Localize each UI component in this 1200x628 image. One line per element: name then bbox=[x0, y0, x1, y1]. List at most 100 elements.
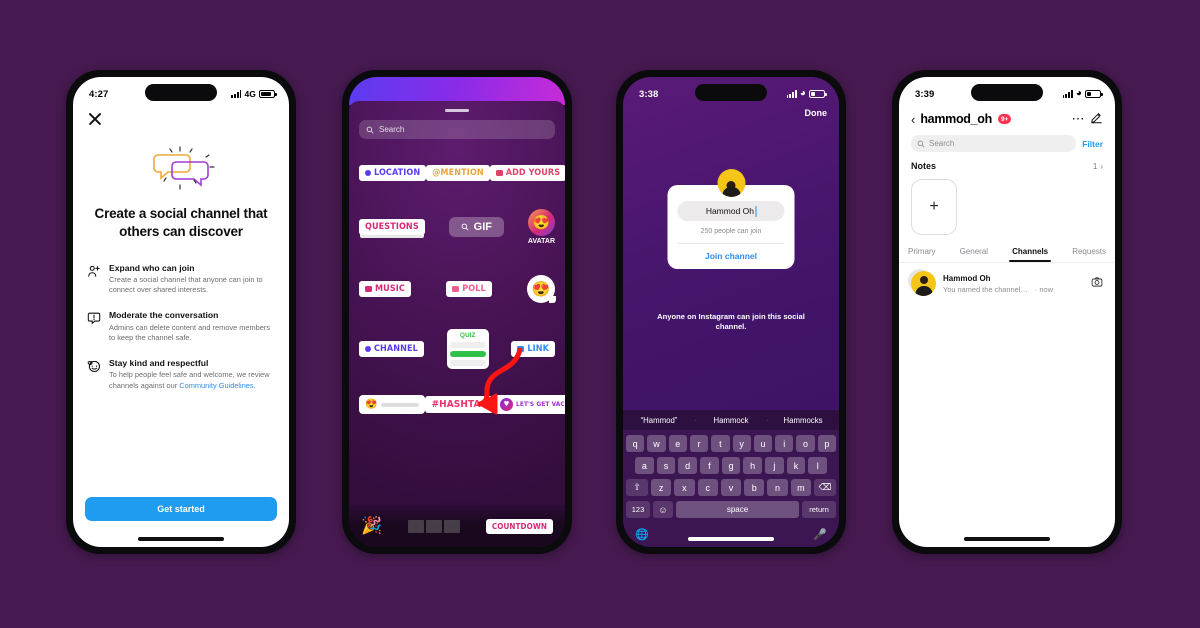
key-w[interactable]: w bbox=[647, 435, 666, 452]
sticker-row-3: MUSIC POLL 😍 bbox=[349, 275, 565, 303]
sticker-link[interactable]: LINK bbox=[511, 341, 555, 357]
quiz-option-bar bbox=[449, 360, 486, 366]
channel-icon bbox=[365, 346, 371, 352]
sticker-label: AVATAR bbox=[527, 238, 555, 245]
key-i[interactable]: i bbox=[775, 435, 794, 452]
sticker-gif[interactable]: GIF bbox=[448, 217, 504, 237]
key-j[interactable]: j bbox=[765, 457, 784, 474]
page-title: Create a social channel that others can … bbox=[94, 206, 268, 239]
confetti-icon[interactable]: 🎉 bbox=[361, 516, 382, 536]
capacity-text: 250 people can join bbox=[700, 228, 762, 235]
emoji-key[interactable]: ☺ bbox=[653, 501, 673, 518]
key-h[interactable]: h bbox=[743, 457, 763, 474]
more-dots-icon[interactable]: ⋯ bbox=[1072, 111, 1086, 127]
heart-shield-icon: ♥ bbox=[500, 398, 514, 411]
quiz-option-bar bbox=[449, 342, 486, 348]
return-key[interactable]: return bbox=[802, 501, 836, 518]
sticker-music[interactable]: MUSIC bbox=[359, 281, 411, 297]
tab-primary[interactable]: Primary bbox=[908, 247, 936, 262]
key-s[interactable]: s bbox=[656, 457, 676, 474]
key-m[interactable]: m bbox=[790, 479, 811, 496]
globe-icon[interactable]: 🌐 bbox=[635, 528, 649, 541]
chevron-left-icon[interactable]: ‹ bbox=[911, 113, 915, 126]
join-channel-button[interactable]: Join channel bbox=[677, 243, 785, 269]
tab-general[interactable]: General bbox=[960, 247, 988, 262]
sheet-drag-handle[interactable] bbox=[445, 109, 469, 112]
phone4-notch bbox=[971, 84, 1043, 101]
sticker-vaccinated[interactable]: ♥LET'S GET VACCINATED bbox=[494, 395, 565, 414]
sticker-emoji-reaction[interactable]: 😍 bbox=[527, 275, 556, 303]
shift-key[interactable]: ⇧ bbox=[626, 479, 648, 496]
tab-requests[interactable]: Requests bbox=[1072, 247, 1106, 262]
sticker-countdown[interactable]: COUNTDOWN bbox=[485, 518, 553, 534]
channel-name-input[interactable]: Hammod Oh bbox=[677, 201, 785, 221]
key-g[interactable]: g bbox=[721, 457, 741, 474]
sticker-sheet: Search LOCATION @MENTION ADD YOURS QUEST… bbox=[349, 101, 565, 547]
key-t[interactable]: t bbox=[711, 435, 730, 452]
tab-channels[interactable]: Channels bbox=[1009, 247, 1052, 262]
sticker-questions[interactable]: QUESTIONS bbox=[359, 219, 425, 235]
suggestion-item[interactable]: Hammocks bbox=[767, 416, 839, 425]
camera-icon[interactable] bbox=[1091, 276, 1103, 291]
key-c[interactable]: c bbox=[697, 479, 718, 496]
key-b[interactable]: b bbox=[744, 479, 765, 496]
slider-track[interactable] bbox=[381, 402, 420, 407]
space-key[interactable]: space bbox=[676, 501, 799, 518]
key-y[interactable]: y bbox=[732, 435, 751, 452]
keyboard: “Hammod” Hammock Hammocks qwertyuiop asd… bbox=[623, 410, 839, 547]
key-p[interactable]: p bbox=[817, 435, 836, 452]
phone-onboarding: 4:27 4G Create a social channel that oth… bbox=[66, 70, 296, 554]
key-r[interactable]: r bbox=[689, 435, 709, 452]
sticker-hashtag[interactable]: #HASHTAG bbox=[425, 396, 495, 413]
key-e[interactable]: e bbox=[668, 435, 687, 452]
people-add-icon bbox=[87, 264, 101, 283]
add-note-button[interactable]: + bbox=[911, 179, 957, 235]
close-icon[interactable] bbox=[87, 111, 103, 127]
key-q[interactable]: q bbox=[626, 435, 645, 452]
key-a[interactable]: a bbox=[634, 457, 654, 474]
key-u[interactable]: u bbox=[753, 435, 773, 452]
sticker-quiz[interactable]: QUIZ bbox=[446, 329, 489, 369]
poll-icon bbox=[452, 286, 460, 292]
sticker-mention[interactable]: @MENTION bbox=[426, 165, 490, 181]
key-o[interactable]: o bbox=[796, 435, 815, 452]
notes-count-row[interactable]: 1 › bbox=[1093, 162, 1103, 171]
sticker-label: @MENTION bbox=[432, 168, 484, 178]
sticker-add-yours[interactable]: ADD YOURS bbox=[489, 165, 565, 181]
keyboard-row-4: 123 ☺ space return bbox=[626, 501, 836, 518]
sticker-row-6: 🎉 COUNTDOWN bbox=[349, 505, 565, 547]
key-x[interactable]: x bbox=[674, 479, 695, 496]
status-time: 4:27 bbox=[89, 88, 109, 100]
key-v[interactable]: v bbox=[720, 479, 742, 496]
key-n[interactable]: n bbox=[767, 479, 788, 496]
search-input[interactable]: Search bbox=[911, 135, 1077, 152]
filter-button[interactable]: Filter bbox=[1082, 139, 1103, 149]
text-caret bbox=[755, 205, 757, 217]
sticker-channel[interactable]: CHANNEL bbox=[359, 341, 424, 357]
suggestion-item[interactable]: Hammock bbox=[695, 416, 767, 425]
key-f[interactable]: f bbox=[700, 457, 719, 474]
sticker-avatar[interactable]: 😍 AVATAR bbox=[528, 209, 555, 245]
search-input[interactable]: Search bbox=[359, 120, 555, 139]
sticker-row-4: CHANNEL QUIZ LINK bbox=[349, 329, 565, 415]
microphone-icon[interactable]: 🎤 bbox=[813, 528, 827, 541]
get-started-button[interactable]: Get started bbox=[85, 497, 277, 521]
key-z[interactable]: z bbox=[651, 479, 672, 496]
key-k[interactable]: k bbox=[786, 457, 806, 474]
feature-body: Admins can delete content and remove mem… bbox=[109, 322, 271, 342]
search-placeholder: Search bbox=[379, 125, 405, 134]
compose-icon[interactable] bbox=[1090, 111, 1103, 127]
community-guidelines-link[interactable]: Community Guidelines. bbox=[179, 381, 255, 390]
sticker-label: LOCATION bbox=[374, 168, 421, 178]
key-d[interactable]: d bbox=[678, 457, 697, 474]
sticker-slider[interactable]: 😍 bbox=[359, 395, 426, 414]
sticker-location[interactable]: LOCATION bbox=[359, 165, 427, 181]
key-l[interactable]: l bbox=[808, 457, 828, 474]
numbers-key[interactable]: 123 bbox=[626, 501, 650, 518]
done-button[interactable]: Done bbox=[805, 108, 828, 118]
backspace-key[interactable]: ⌫ bbox=[814, 479, 836, 496]
suggestion-item[interactable]: “Hammod” bbox=[623, 416, 695, 425]
keyboard-row-1: qwertyuiop bbox=[626, 435, 836, 452]
sticker-poll[interactable]: POLL bbox=[446, 281, 492, 297]
list-item[interactable]: Hammod Oh You named the channel… · now bbox=[899, 263, 1115, 304]
